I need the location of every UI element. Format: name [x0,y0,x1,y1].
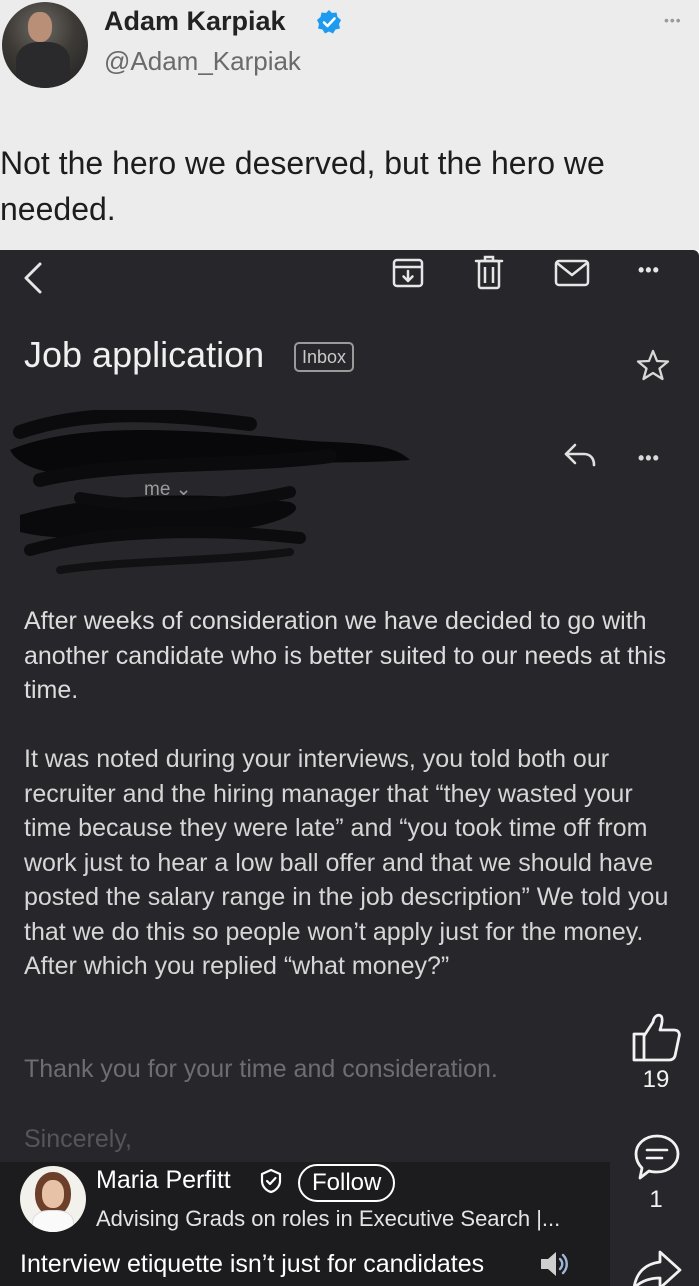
trash-icon[interactable] [474,254,504,292]
tweet-text: Not the hero we deserved, but the hero w… [0,145,605,227]
poster-avatar[interactable] [20,1166,86,1232]
speaker-icon [541,1252,568,1276]
verified-badge-icon [317,10,341,34]
more-dots-icon[interactable]: ••• [664,12,682,28]
reply-icon[interactable] [562,440,598,470]
inbox-label[interactable]: Inbox [294,342,355,372]
message-more-icon[interactable]: ••• [638,448,660,469]
like-thumbs-up-icon[interactable] [628,1010,684,1066]
more-icon[interactable]: ••• [638,260,660,281]
email-paragraph: Thank you for your time and consideratio… [24,1055,498,1083]
poster-headline: Advising Grads on roles in Executive Sea… [96,1206,561,1231]
star-icon[interactable] [636,348,670,382]
verified-shield-icon [260,1168,282,1194]
email-paragraph: It was noted during your interviews, you… [24,745,669,980]
poster-name[interactable]: Maria Perfitt [96,1166,231,1195]
recipient-me[interactable]: me ⌄ [144,478,192,501]
email-paragraph: After weeks of consideration we have dec… [24,607,667,704]
email-subject: Job application [24,334,265,375]
comment-count: 1 [649,1186,663,1213]
author-handle[interactable]: @Adam_Karpiak [104,46,301,77]
email-screenshot: ••• Job application Inbox me ⌄ ••• After… [0,250,699,1286]
comment-icon[interactable] [632,1132,682,1182]
email-signoff: Sincerely, [24,1125,132,1153]
author-avatar[interactable] [2,2,88,88]
author-name[interactable]: Adam Karpiak [104,6,286,37]
tweet-header: Adam Karpiak @Adam_Karpiak ••• Not the h… [0,0,699,250]
back-icon[interactable] [18,258,48,298]
archive-icon[interactable] [391,256,425,290]
redacted-sender-scribble [10,410,410,574]
follow-button[interactable]: Follow [298,1164,396,1202]
post-caption[interactable]: Interview etiquette isn’t just for candi… [20,1250,484,1279]
share-icon[interactable] [630,1248,684,1286]
like-count: 19 [642,1066,670,1093]
mail-icon[interactable] [554,258,590,288]
